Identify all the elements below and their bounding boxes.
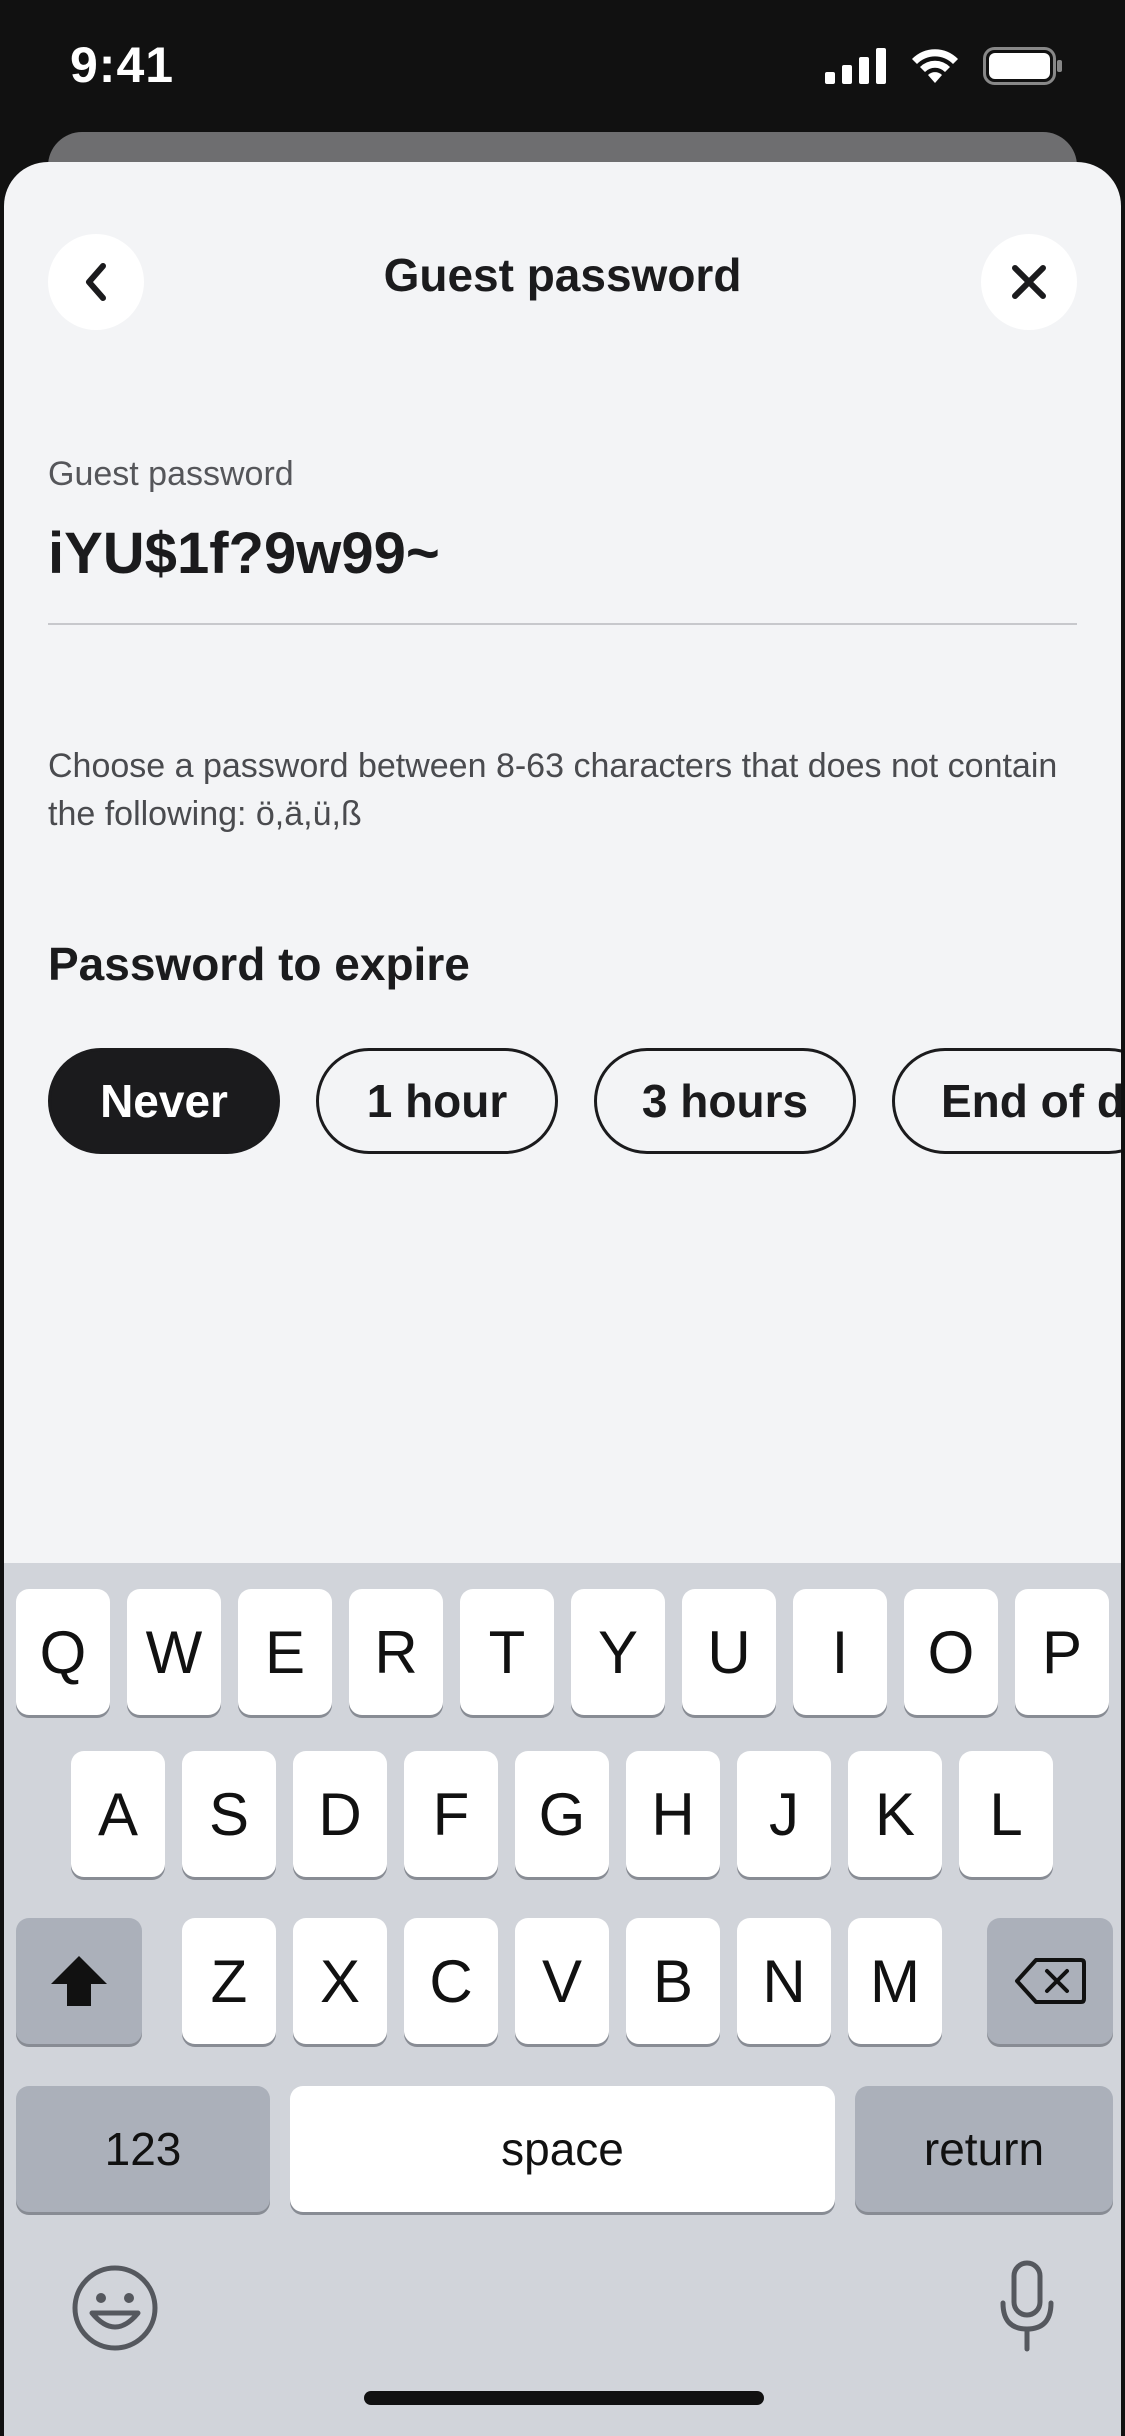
microphone-icon[interactable]: [997, 2259, 1057, 2355]
delete-key[interactable]: [987, 1918, 1113, 2044]
key-x[interactable]: X: [293, 1918, 387, 2044]
emoji-icon[interactable]: [70, 2263, 160, 2353]
expire-section-title: Password to expire: [48, 938, 470, 990]
key-l[interactable]: L: [959, 1751, 1053, 1877]
status-bar: 9:41: [0, 0, 1125, 132]
expire-option-1-hour[interactable]: 1 hour: [316, 1048, 558, 1154]
delete-icon: [1015, 1958, 1086, 2004]
key-q[interactable]: Q: [16, 1589, 110, 1715]
key-r[interactable]: R: [349, 1589, 443, 1715]
password-input[interactable]: iYU$1f?9w99~: [48, 514, 1077, 594]
key-p[interactable]: P: [1015, 1589, 1109, 1715]
battery-icon: [983, 47, 1062, 85]
shift-icon: [51, 1956, 107, 2006]
key-d[interactable]: D: [293, 1751, 387, 1877]
key-h[interactable]: H: [626, 1751, 720, 1877]
wifi-icon: [912, 49, 958, 83]
close-icon: [1012, 265, 1046, 299]
password-field-label: Guest password: [48, 455, 294, 493]
key-g[interactable]: G: [515, 1751, 609, 1877]
expire-option-3-hours[interactable]: 3 hours: [594, 1048, 856, 1154]
key-m[interactable]: M: [848, 1918, 942, 2044]
shift-key[interactable]: [16, 1918, 142, 2044]
status-icons: [825, 44, 1063, 88]
password-hint: Choose a password between 8-63 character…: [48, 747, 1058, 833]
key-b[interactable]: B: [626, 1918, 720, 2044]
expire-option-end-of-day[interactable]: End of d: [892, 1048, 1121, 1154]
key-i[interactable]: I: [793, 1589, 887, 1715]
keyboard: Q W E R T Y U I O P A S D F G H J K L Z …: [4, 1563, 1121, 2436]
key-o[interactable]: O: [904, 1589, 998, 1715]
status-time: 9:41: [70, 37, 175, 93]
numbers-key[interactable]: 123: [16, 2086, 270, 2212]
password-field-underline: [48, 623, 1077, 625]
key-j[interactable]: J: [737, 1751, 831, 1877]
expire-option-never[interactable]: Never: [48, 1048, 280, 1154]
close-button[interactable]: [981, 234, 1077, 330]
key-s[interactable]: S: [182, 1751, 276, 1877]
key-u[interactable]: U: [682, 1589, 776, 1715]
key-c[interactable]: C: [404, 1918, 498, 2044]
key-y[interactable]: Y: [571, 1589, 665, 1715]
key-a[interactable]: A: [71, 1751, 165, 1877]
key-e[interactable]: E: [238, 1589, 332, 1715]
key-z[interactable]: Z: [182, 1918, 276, 2044]
key-v[interactable]: V: [515, 1918, 609, 2044]
home-indicator: [364, 2391, 764, 2405]
key-k[interactable]: K: [848, 1751, 942, 1877]
key-f[interactable]: F: [404, 1751, 498, 1877]
key-n[interactable]: N: [737, 1918, 831, 2044]
cellular-signal-icon: [825, 48, 886, 84]
return-key[interactable]: return: [855, 2086, 1113, 2212]
key-t[interactable]: T: [460, 1589, 554, 1715]
expire-options: Never 1 hour 3 hours End of d: [48, 1048, 1121, 1154]
space-key[interactable]: space: [290, 2086, 835, 2212]
key-w[interactable]: W: [127, 1589, 221, 1715]
page-title: Guest password: [383, 249, 742, 301]
